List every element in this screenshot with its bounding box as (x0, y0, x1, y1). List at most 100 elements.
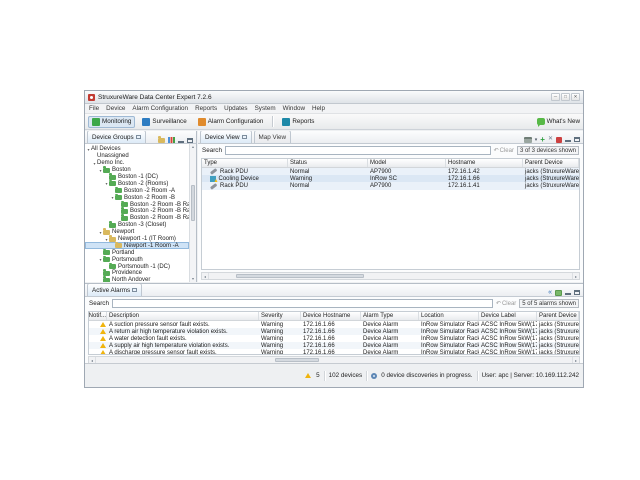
table-row[interactable]: Cooling Device Warning InRow SC 172.16.1… (202, 175, 579, 182)
clear-search-button[interactable]: ↶ Clear (496, 300, 516, 307)
menu-reports[interactable]: Reports (195, 105, 217, 112)
tree-item[interactable]: ▾ Portsmouth (85, 256, 189, 263)
delete-device-icon[interactable]: ✕ (548, 136, 553, 143)
cell-device-label: ACSC InRow 5kW(172.16... (479, 321, 537, 328)
column-status[interactable]: Status (288, 159, 368, 167)
tab-active-alarms[interactable]: Active Alarms (87, 283, 142, 296)
table-row[interactable]: A discharge pressure sensor fault exists… (89, 349, 579, 355)
main-area: Device Groups ▾ All Devices Unassigned ▾… (85, 131, 583, 282)
cell-description: A water detection fault exists. (107, 335, 259, 342)
tree-item[interactable]: ▾ Demo Inc. (85, 160, 189, 167)
tree-item-label: Demo Inc. (97, 160, 124, 166)
cell-status: Normal (288, 168, 368, 175)
tree-item[interactable]: Boston -2 Room -B Rack -1 (85, 201, 189, 208)
tree-item[interactable]: Providence (85, 270, 189, 277)
tree-item[interactable]: Boston -2 Room -A (85, 187, 189, 194)
tree-scrollbar[interactable]: ▴ ▾ (189, 144, 196, 282)
chevron-down-icon[interactable]: ▾ (535, 137, 538, 143)
table-row[interactable]: Rack PDU Normal AP7900 172.16.1.42 jacks… (202, 168, 579, 175)
alarm-search-input[interactable] (112, 299, 493, 308)
table-row[interactable]: A return air high temperature violation … (89, 328, 579, 335)
tree-item[interactable]: North Andover (85, 277, 189, 282)
window-maximize-button[interactable]: □ (561, 93, 570, 101)
column-notification[interactable]: Notif... (89, 312, 107, 320)
scroll-right-icon[interactable]: ▸ (572, 273, 579, 279)
menu-alarm-configuration[interactable]: Alarm Configuration (132, 105, 188, 112)
menu-file[interactable]: File (89, 105, 99, 112)
tree-item[interactable]: ▾ Boston -2 (Rooms) (85, 180, 189, 187)
tree-item[interactable]: ▾ All Devices (85, 146, 189, 153)
table-row[interactable]: A suction pressure sensor fault exists. … (89, 321, 579, 328)
scroll-left-icon[interactable]: ◂ (202, 273, 209, 279)
column-type[interactable]: Type (202, 159, 288, 167)
new-folder-icon[interactable] (158, 138, 165, 143)
chart-icon[interactable] (168, 137, 175, 143)
active-alarms-panel: Active Alarms « Search ↶ Clear 5 of 5 al… (85, 283, 583, 365)
tree-item[interactable]: ▾ Boston (85, 167, 189, 174)
tab-map-view[interactable]: Map View (254, 131, 292, 143)
tree-item[interactable]: ▾ Newport (85, 229, 189, 236)
column-device-label[interactable]: Device Label (479, 312, 537, 320)
minimize-panel-icon[interactable] (565, 137, 571, 142)
tree-item[interactable]: Newport -1 Room -A (85, 242, 189, 249)
tree-item[interactable]: Boston -2 Room -B Rack -2 (85, 208, 189, 215)
reports-button[interactable]: Reports (278, 116, 318, 128)
tree-item[interactable]: Portsmouth -1 (DC) (85, 263, 189, 270)
surveillance-button[interactable]: Surveillance (138, 116, 190, 128)
maximize-panel-icon[interactable] (187, 138, 193, 143)
column-model[interactable]: Model (368, 159, 446, 167)
menu-device[interactable]: Device (106, 105, 125, 112)
window-minimize-button[interactable]: ─ (551, 93, 560, 101)
menu-updates[interactable]: Updates (224, 105, 247, 112)
menu-help[interactable]: Help (312, 105, 325, 112)
table-row[interactable]: A supply air high temperature violation … (89, 342, 579, 349)
column-parent-device[interactable]: Parent Device (537, 312, 579, 320)
add-device-icon[interactable]: + (540, 136, 545, 143)
collapse-all-icon[interactable]: « (548, 289, 552, 296)
folder-icon (103, 278, 110, 282)
device-search-input[interactable] (225, 146, 491, 155)
window-close-button[interactable]: ✕ (571, 93, 580, 101)
scrollbar-thumb[interactable] (191, 185, 195, 221)
tab-device-groups[interactable]: Device Groups (87, 131, 146, 143)
minimize-panel-icon[interactable] (178, 138, 184, 143)
column-device-hostname[interactable]: Device Hostname (301, 312, 361, 320)
scroll-up-icon[interactable]: ▴ (190, 144, 196, 150)
column-description[interactable]: Description (107, 312, 259, 320)
whats-new-button[interactable]: What's New (537, 118, 580, 125)
table-row[interactable]: Rack PDU Normal AP7900 172.16.1.41 jacks… (202, 182, 579, 189)
tree-item[interactable]: Portland (85, 249, 189, 256)
tree-item[interactable]: Boston -3 (Closet) (85, 222, 189, 229)
tree-item-label: Boston -2 (Rooms) (118, 181, 168, 187)
tab-device-view[interactable]: Device View (200, 131, 252, 143)
scrollbar-thumb[interactable] (275, 358, 319, 362)
clear-search-button[interactable]: ↶ Clear (494, 147, 514, 154)
minimize-panel-icon[interactable] (565, 290, 571, 295)
warning-icon (100, 343, 106, 348)
tree-item[interactable]: Boston -1 (DC) (85, 174, 189, 181)
printer-icon[interactable] (524, 137, 532, 143)
alarm-view-icon[interactable] (556, 137, 562, 143)
cell-description: A return air high temperature violation … (107, 328, 259, 335)
monitoring-button[interactable]: Monitoring (88, 116, 135, 128)
column-severity[interactable]: Severity (259, 312, 301, 320)
alarm-configuration-button[interactable]: Alarm Configuration (194, 116, 268, 128)
map-icon[interactable] (555, 290, 562, 296)
menu-window[interactable]: Window (283, 105, 305, 112)
column-hostname[interactable]: Hostname (446, 159, 523, 167)
device-table-hscrollbar[interactable]: ◂ ▸ (201, 272, 580, 280)
tree-item[interactable]: ▾ Newport -1 (IT Room) (85, 236, 189, 243)
tree-item[interactable]: ▾ Boston -2 Room -B (85, 194, 189, 201)
tree-item[interactable]: Boston -2 Room -B Rack -3 (85, 215, 189, 222)
scrollbar-thumb[interactable] (236, 274, 364, 278)
tree-item[interactable]: Unassigned (85, 153, 189, 160)
column-alarm-type[interactable]: Alarm Type (361, 312, 419, 320)
maximize-panel-icon[interactable] (574, 290, 580, 295)
maximize-panel-icon[interactable] (574, 137, 580, 142)
scroll-down-icon[interactable]: ▾ (190, 276, 196, 282)
menu-system[interactable]: System (255, 105, 276, 112)
table-row[interactable]: A water detection fault exists. Warning … (89, 335, 579, 342)
column-location[interactable]: Location (419, 312, 479, 320)
column-parent-device[interactable]: Parent Device (523, 159, 579, 167)
device-type-icon (210, 168, 217, 174)
